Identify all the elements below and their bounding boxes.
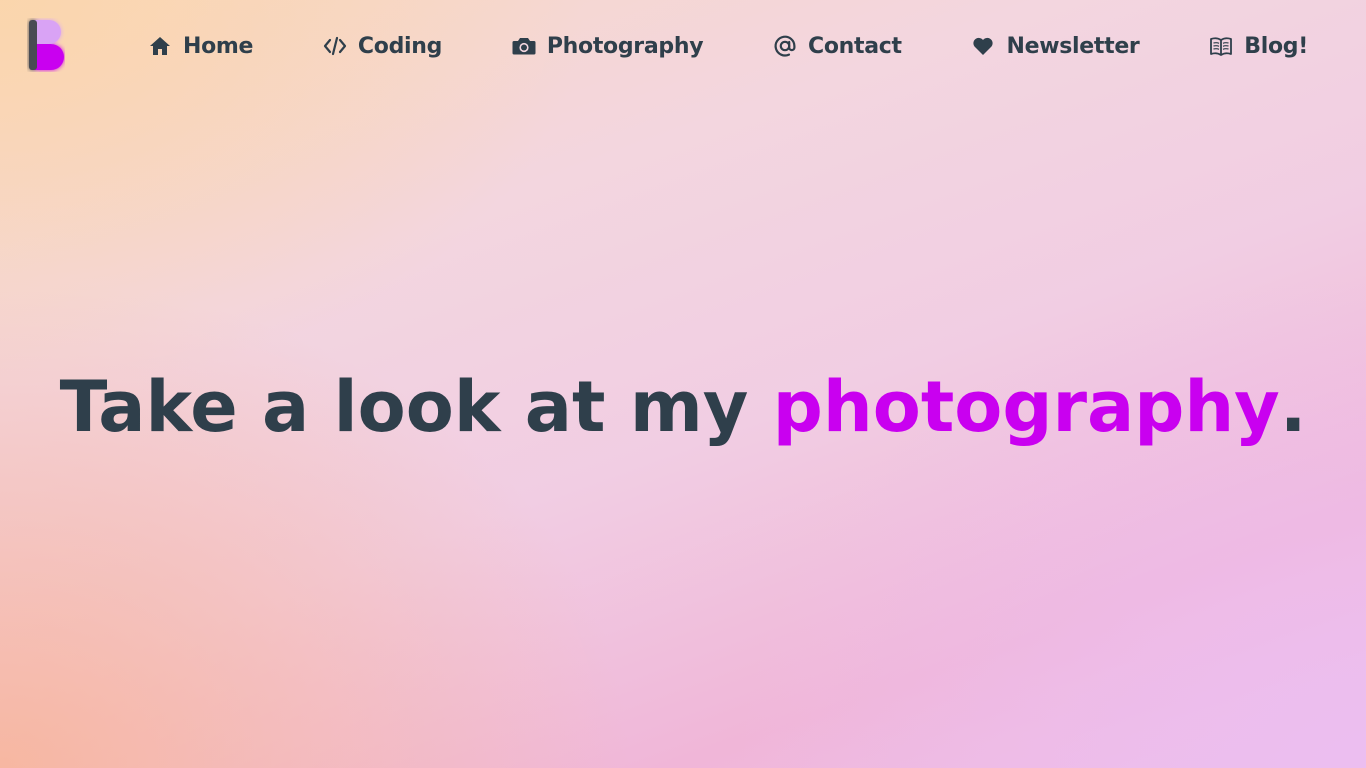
nav-item-newsletter[interactable]: Newsletter [971, 33, 1140, 59]
at-icon [773, 34, 797, 58]
hero-heading: Take a look at my photography. [0, 352, 1366, 462]
nav-item-photography[interactable]: Photography [512, 33, 704, 59]
nav-item-home[interactable]: Home [148, 34, 253, 59]
nav-item-blog[interactable]: Blog! [1209, 34, 1308, 59]
book-icon [1209, 34, 1233, 58]
site-logo[interactable] [27, 18, 65, 72]
main-nav: Home Coding Photography Contact Newslett… [148, 29, 1308, 63]
code-icon [323, 34, 347, 58]
nav-item-label: Contact [807, 33, 902, 59]
home-icon [148, 34, 172, 58]
camera-icon [512, 34, 536, 58]
nav-item-label: Coding [357, 33, 443, 59]
hero-suffix: . [1279, 366, 1307, 448]
hero-highlight: photography [772, 366, 1280, 448]
nav-item-label: Newsletter [1006, 33, 1140, 59]
hero-prefix: Take a look at my [59, 366, 773, 448]
top-navigation-bar: Home Coding Photography Contact Newslett… [0, 0, 1366, 92]
nav-item-label: Blog! [1244, 33, 1308, 59]
nav-item-label: Home [183, 33, 254, 59]
nav-item-coding[interactable]: Coding [323, 34, 442, 59]
nav-item-contact[interactable]: Contact [773, 34, 902, 59]
nav-item-label: Photography [546, 33, 704, 59]
heart-icon [971, 34, 995, 58]
